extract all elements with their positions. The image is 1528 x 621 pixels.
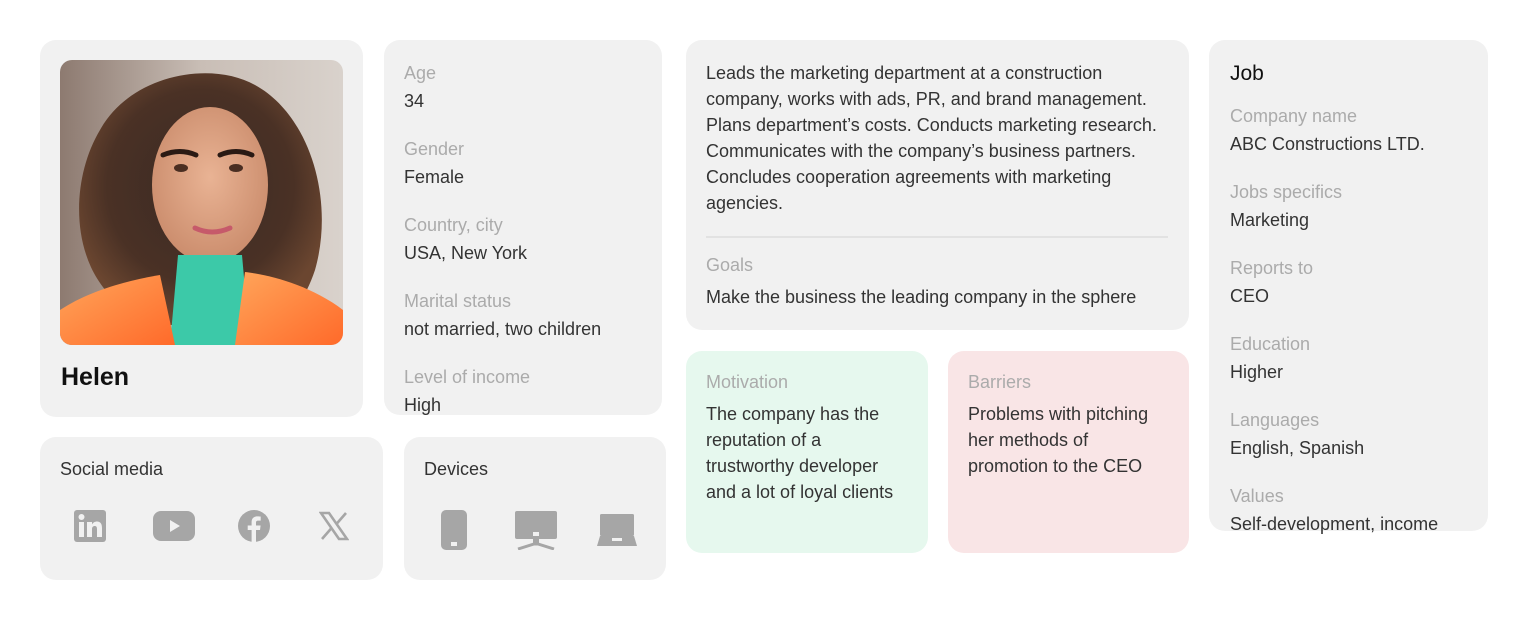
field-value: High bbox=[404, 395, 442, 415]
profile-card: Helen bbox=[40, 40, 363, 417]
field-value: 34 bbox=[404, 91, 425, 111]
description-card: Leads the marketing department at a cons… bbox=[686, 40, 1189, 330]
field-value: ABC Constructions LTD. bbox=[1230, 134, 1425, 154]
persona-name: Helen bbox=[61, 363, 130, 391]
devices-title: Devices bbox=[424, 459, 489, 479]
profile-photo bbox=[60, 60, 343, 345]
field-label: Company name bbox=[1230, 106, 1358, 126]
field-value: not married, two children bbox=[404, 319, 602, 339]
desktop-icon bbox=[514, 510, 558, 550]
barriers-text: Problems with pitching her methods of pr… bbox=[968, 404, 1149, 476]
field-label: Reports to bbox=[1230, 258, 1314, 278]
motivation-label: Motivation bbox=[706, 372, 789, 392]
field-value: CEO bbox=[1230, 286, 1270, 306]
smartphone-icon bbox=[440, 509, 468, 551]
field-values: Values Self-development, income bbox=[1230, 485, 1467, 535]
motivation-text: The company has the reputation of a trus… bbox=[706, 404, 894, 502]
field-reports-to: Reports to CEO bbox=[1230, 257, 1467, 307]
field-value: Higher bbox=[1230, 362, 1284, 382]
field-label: Values bbox=[1230, 486, 1284, 506]
field-value: USA, New York bbox=[404, 243, 528, 263]
job-card: Job Company name ABC Constructions LTD. … bbox=[1209, 40, 1488, 534]
laptop-icon bbox=[596, 513, 638, 547]
barriers-card: Barriers Problems with pitching her meth… bbox=[948, 351, 1189, 553]
field-label: Level of income bbox=[404, 367, 531, 387]
field-label: Languages bbox=[1230, 410, 1320, 430]
field-label: Marital status bbox=[404, 291, 512, 311]
x-twitter-icon[interactable] bbox=[319, 511, 349, 541]
field-value: Female bbox=[404, 167, 465, 187]
field-label: Gender bbox=[404, 139, 465, 159]
field-label: Country, city bbox=[404, 215, 503, 235]
field-country-city: Country, city USA, New York bbox=[404, 214, 642, 264]
social-icons bbox=[40, 509, 383, 543]
social-media-title: Social media bbox=[60, 459, 164, 479]
field-company-name: Company name ABC Constructions LTD. bbox=[1230, 105, 1467, 155]
demographics-card: Age 34 Gender Female Country, city USA, … bbox=[384, 40, 662, 415]
goals-label: Goals bbox=[706, 255, 754, 275]
field-age: Age 34 bbox=[404, 62, 642, 112]
youtube-icon[interactable] bbox=[152, 510, 196, 542]
field-value: Self-development, income bbox=[1230, 514, 1439, 534]
field-value: English, Spanish bbox=[1230, 438, 1365, 458]
field-label: Age bbox=[404, 63, 437, 83]
field-marital-status: Marital status not married, two children bbox=[404, 290, 642, 340]
goals-value: Make the business the leading company in… bbox=[706, 287, 1137, 307]
devices-card: Devices bbox=[404, 437, 666, 580]
portrait-image bbox=[60, 60, 343, 345]
facebook-icon[interactable] bbox=[237, 509, 271, 543]
divider bbox=[706, 236, 1168, 238]
social-media-card: Social media bbox=[40, 437, 383, 580]
device-icons bbox=[404, 509, 666, 551]
field-education: Education Higher bbox=[1230, 333, 1467, 383]
field-label: Education bbox=[1230, 334, 1311, 354]
barriers-label: Barriers bbox=[968, 372, 1032, 392]
motivation-card: Motivation The company has the reputatio… bbox=[686, 351, 928, 553]
linkedin-icon[interactable] bbox=[73, 509, 107, 543]
role-description: Leads the marketing department at a cons… bbox=[706, 63, 1157, 213]
field-gender: Gender Female bbox=[404, 138, 642, 188]
field-label: Jobs specifics bbox=[1230, 182, 1343, 202]
field-job-specifics: Jobs specifics Marketing bbox=[1230, 181, 1467, 231]
field-value: Marketing bbox=[1230, 210, 1310, 230]
job-title: Job bbox=[1230, 62, 1264, 85]
field-languages: Languages English, Spanish bbox=[1230, 409, 1467, 459]
field-income: Level of income High bbox=[404, 366, 642, 416]
